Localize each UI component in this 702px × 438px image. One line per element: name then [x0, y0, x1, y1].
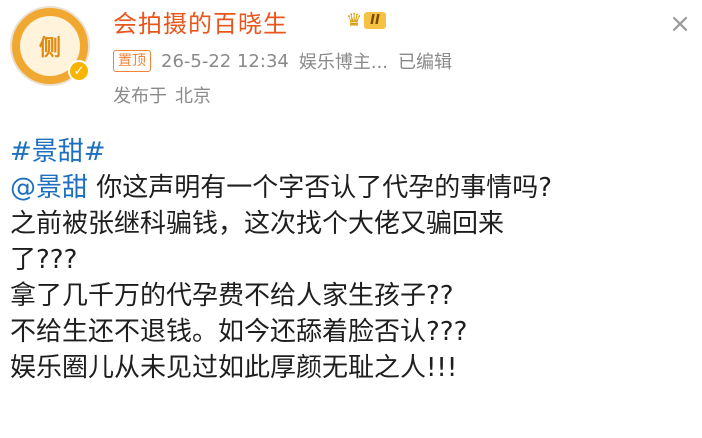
post-line-5: 拿了几千万的代孕费不给人家生孩子?? [10, 281, 454, 311]
level-number: II [364, 11, 386, 29]
post-line-2: @景甜 你这声明有一个字否认了代孕的事情吗? [10, 170, 692, 206]
edited-label[interactable]: 已编辑 [398, 48, 452, 74]
verified-badge-icon: ✓ [68, 60, 90, 82]
post-timestamp: 26-5-22 12:34 [161, 50, 289, 72]
close-icon[interactable]: × [666, 10, 694, 38]
mention-link[interactable]: @景甜 [10, 173, 88, 203]
location-value: 北京 [175, 86, 211, 107]
crown-icon: ♛ [346, 9, 363, 31]
post-content: #景甜# @景甜 你这声明有一个字否认了代孕的事情吗? 之前被张继科骗钱，这次找… [10, 134, 692, 386]
post-text: 你这声明有一个字否认了代孕的事情吗? [88, 173, 553, 203]
location-prefix: 发布于 [113, 86, 167, 107]
post-line-6: 不给生还不退钱。如今还舔着脸否认??? [10, 317, 468, 347]
topic-link[interactable]: #景甜# [10, 137, 106, 167]
post-meta: 置顶 26-5-22 12:34 娱乐博主... 已编辑 [113, 48, 452, 74]
level-badge[interactable]: ♛ II [342, 8, 390, 32]
location-row: 发布于 北京 [113, 82, 211, 108]
post-line-1: #景甜# [10, 134, 692, 170]
post-line-4: 了??? [10, 245, 78, 275]
username[interactable]: 会拍摄的百晓生 [113, 4, 288, 39]
post-source[interactable]: 娱乐博主... [299, 48, 388, 74]
post-line-7: 娱乐圈儿从未见过如此厚颜无耻之人!!! [10, 353, 458, 383]
post-line-3: 之前被张继科骗钱，这次找个大佬又骗回来 [10, 209, 505, 239]
pinned-badge: 置顶 [113, 50, 151, 72]
